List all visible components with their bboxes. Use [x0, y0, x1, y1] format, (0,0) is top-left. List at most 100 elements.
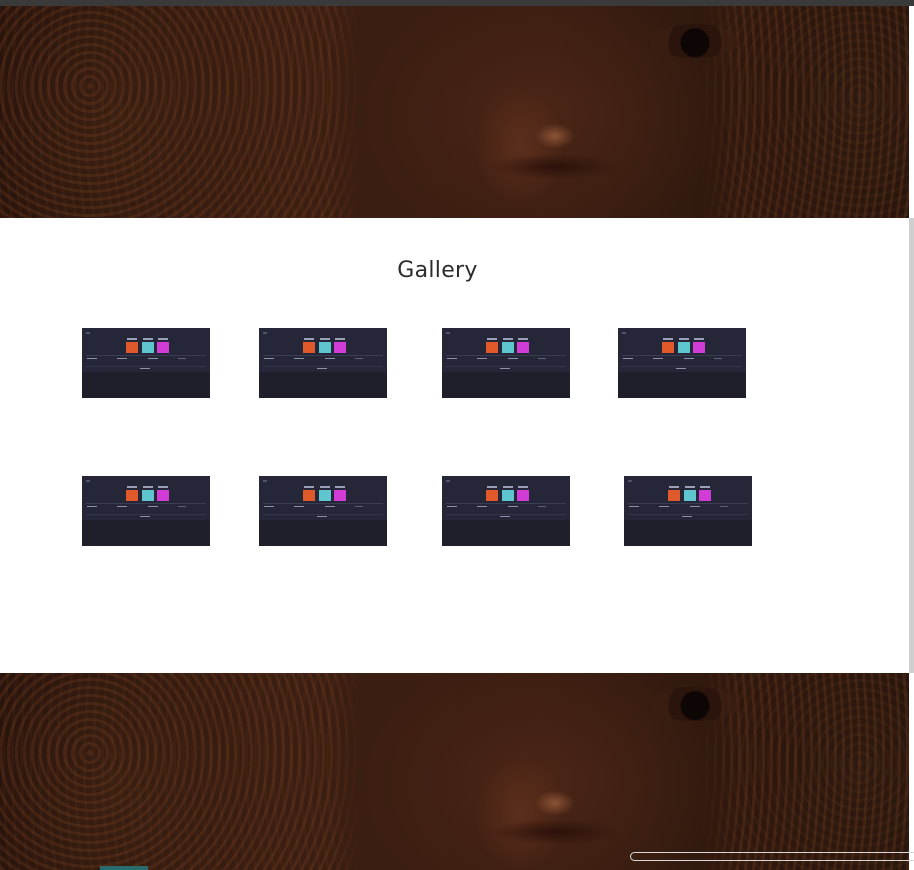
cyan-tile: [142, 342, 154, 353]
thumb-label: [320, 486, 330, 488]
cyan-tile: [502, 490, 514, 501]
divider: [628, 514, 748, 515]
divider: [446, 503, 566, 504]
mouth-graphic: [490, 819, 620, 845]
thumb-label: [143, 338, 153, 340]
thumb-stat: [148, 506, 158, 507]
gallery-thumbnail[interactable]: [442, 476, 570, 546]
thumb-label: [669, 486, 679, 488]
thumb-stat: [264, 506, 274, 507]
hero-image-bottom: [0, 673, 909, 870]
thumb-stat: [690, 506, 700, 507]
divider: [86, 355, 206, 356]
eye-graphic: [650, 687, 740, 721]
thumb-center-label: [317, 368, 327, 369]
divider: [622, 355, 742, 356]
thumb-stat: [447, 358, 457, 359]
horizontal-scrollbar[interactable]: [630, 852, 914, 861]
thumb-stat: [477, 506, 487, 507]
thumb-stat: [355, 358, 363, 359]
thumb-label: [694, 338, 704, 340]
gallery-thumbnail[interactable]: [259, 328, 387, 398]
thumb-footer-panel: [442, 372, 570, 398]
divider: [86, 514, 206, 515]
orange-tile: [126, 342, 138, 353]
divider: [628, 503, 748, 504]
divider: [622, 366, 742, 367]
divider: [263, 514, 383, 515]
thumb-stat: [325, 358, 335, 359]
orange-tile: [303, 342, 315, 353]
mouth-graphic: [490, 154, 620, 180]
hero-image-top: [0, 6, 909, 218]
thumb-center-label: [140, 516, 150, 517]
divider: [446, 366, 566, 367]
thumb-label: [503, 486, 513, 488]
thumb-stat: [629, 506, 639, 507]
hair-texture: [0, 6, 909, 218]
gallery-thumbnail[interactable]: [259, 476, 387, 546]
divider: [446, 355, 566, 356]
thumb-logo: [446, 480, 450, 482]
thumb-label: [518, 486, 528, 488]
thumb-stat: [653, 358, 663, 359]
cyan-tile: [502, 342, 514, 353]
thumb-footer-panel: [259, 520, 387, 546]
thumb-center-label: [676, 368, 686, 369]
thumb-stat: [720, 506, 728, 507]
thumb-logo: [628, 480, 632, 482]
thumb-label: [158, 486, 168, 488]
divider: [263, 355, 383, 356]
thumb-footer-panel: [82, 372, 210, 398]
gallery-thumbnail[interactable]: [442, 328, 570, 398]
magenta-tile: [334, 342, 346, 353]
gallery-thumbnail[interactable]: [82, 476, 210, 546]
cyan-tile: [678, 342, 690, 353]
thumb-stat: [87, 506, 97, 507]
orange-tile: [303, 490, 315, 501]
thumb-label: [304, 338, 314, 340]
divider: [263, 366, 383, 367]
thumb-label: [320, 338, 330, 340]
gallery-thumbnail[interactable]: [624, 476, 752, 546]
thumb-stat: [714, 358, 722, 359]
divider: [86, 366, 206, 367]
thumb-stat: [148, 358, 158, 359]
thumb-label: [143, 486, 153, 488]
gallery-thumbnail[interactable]: [618, 328, 746, 398]
thumb-stat: [538, 358, 546, 359]
thumb-stat: [325, 506, 335, 507]
cyan-tile: [319, 490, 331, 501]
thumb-stat: [355, 506, 363, 507]
thumb-center-label: [500, 368, 510, 369]
thumb-stat: [87, 358, 97, 359]
thumb-stat: [684, 358, 694, 359]
cyan-tile: [319, 342, 331, 353]
thumb-stat: [508, 358, 518, 359]
orange-tile: [486, 490, 498, 501]
thumb-label: [503, 338, 513, 340]
thumb-center-label: [140, 368, 150, 369]
thumb-footer-panel: [82, 520, 210, 546]
thumb-label: [700, 486, 710, 488]
divider: [263, 503, 383, 504]
gallery-thumbnail[interactable]: [82, 328, 210, 398]
magenta-tile: [157, 490, 169, 501]
thumb-label: [158, 338, 168, 340]
thumb-center-label: [682, 516, 692, 517]
divider: [86, 503, 206, 504]
thumb-footer-panel: [624, 520, 752, 546]
thumb-stat: [447, 506, 457, 507]
thumb-stat: [178, 358, 186, 359]
thumb-center-label: [317, 516, 327, 517]
thumb-logo: [622, 332, 626, 334]
thumb-label: [685, 486, 695, 488]
gallery-title: Gallery: [397, 258, 478, 283]
thumb-label: [487, 338, 497, 340]
thumb-footer-panel: [259, 372, 387, 398]
vertical-scrollbar[interactable]: [909, 218, 914, 673]
thumb-stat: [538, 506, 546, 507]
thumb-label: [127, 338, 137, 340]
thumb-stat: [117, 506, 127, 507]
thumb-logo: [86, 480, 90, 482]
